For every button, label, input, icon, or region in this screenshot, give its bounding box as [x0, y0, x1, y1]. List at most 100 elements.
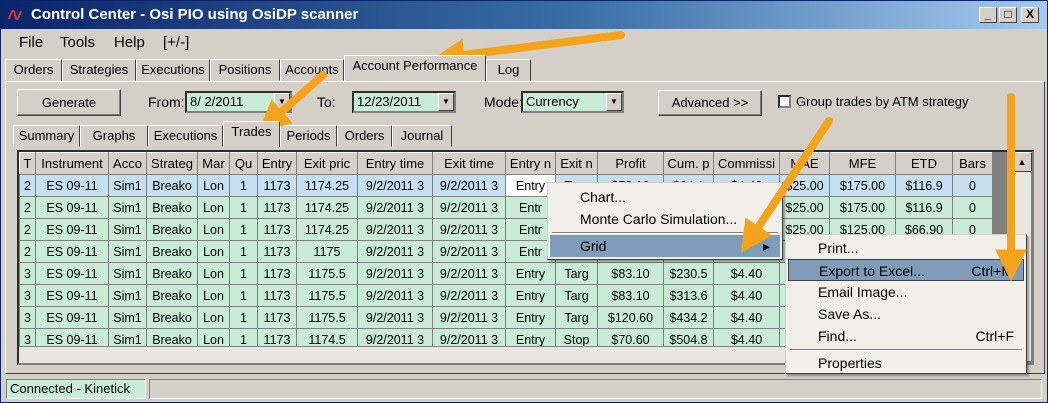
menu-item-grid[interactable]: Grid ▸ — [550, 235, 780, 257]
table-cell: 1173 — [257, 196, 297, 219]
column-header[interactable]: MFE — [829, 152, 896, 175]
column-header[interactable]: Strateg — [146, 152, 198, 175]
table-cell: 1173 — [257, 284, 297, 307]
column-header[interactable]: Qu — [229, 152, 258, 175]
table-cell: 1173 — [257, 218, 297, 241]
table-cell: 9/2/2011 3 — [432, 284, 506, 307]
column-header[interactable]: Commissi — [713, 152, 780, 175]
table-cell: 2 — [19, 174, 36, 197]
grid-submenu: Print... Export to Excel... Ctrl+M Email… — [785, 234, 1027, 374]
column-header[interactable]: Cum. p — [663, 152, 714, 175]
scroll-up-icon[interactable]: ▲ — [1012, 152, 1032, 172]
to-label: To: — [317, 94, 336, 110]
menu-item-chart[interactable]: Chart... — [550, 186, 780, 208]
table-cell: $116.9 — [895, 174, 953, 197]
table-cell: Breako — [146, 262, 198, 285]
table-cell: 0 — [952, 174, 993, 197]
group-trades-checkbox[interactable] — [778, 95, 791, 108]
close-button[interactable]: X — [1021, 7, 1039, 23]
tab-summary[interactable]: Summary — [13, 125, 80, 147]
table-row[interactable]: 2 ES 09-11 Sim1 Breako Lon 1 1173 1174.25 9/2/20… — [19, 196, 993, 219]
mode-select[interactable]: Currency ▼ — [521, 91, 624, 113]
table-cell: 9/2/2011 3 — [432, 174, 506, 197]
tab-strategies[interactable]: Strategies — [62, 59, 136, 81]
column-header[interactable]: ETD — [895, 152, 953, 175]
tab-accounts[interactable]: Accounts — [280, 59, 344, 81]
column-header[interactable]: Instrument — [35, 152, 109, 175]
table-cell: $4.40 — [713, 306, 780, 329]
table-cell: 1174.25 — [296, 196, 358, 219]
column-header[interactable]: Exit time — [432, 152, 506, 175]
tab-log[interactable]: Log — [486, 59, 531, 81]
tab-executions[interactable]: Executions — [136, 59, 210, 81]
minimize-button[interactable]: _ — [979, 7, 997, 23]
table-cell: Sim1 — [108, 262, 147, 285]
table-cell: $230.5 — [663, 262, 714, 285]
column-header[interactable]: Entry time — [357, 152, 433, 175]
to-date-picker[interactable]: 12/23/2011 ▼ — [352, 91, 456, 113]
menu-item-export-label: Export to Excel... — [819, 263, 925, 279]
column-header[interactable]: T — [19, 152, 36, 175]
menu-item-save-as[interactable]: Save As... — [788, 303, 1024, 325]
menu-item-find[interactable]: Find... Ctrl+F — [788, 325, 1024, 347]
tab-graphs[interactable]: Graphs — [80, 125, 148, 147]
table-cell: ES 09-11 — [35, 284, 109, 307]
column-header[interactable]: MAE — [779, 152, 830, 175]
table-cell: $434.2 — [663, 306, 714, 329]
table-cell: Breako — [146, 196, 198, 219]
table-cell: 9/2/2011 3 — [357, 284, 433, 307]
tab-periods[interactable]: Periods — [280, 125, 337, 147]
column-header[interactable]: Exit n — [555, 152, 598, 175]
context-menu: Chart... Monte Carlo Simulation... Grid … — [547, 182, 783, 260]
menu-tools[interactable]: Tools — [60, 34, 95, 51]
column-header[interactable]: Acco — [108, 152, 147, 175]
table-cell: 9/2/2011 3 — [432, 306, 506, 329]
table-cell: Targ — [555, 306, 598, 329]
column-header[interactable]: Bars — [952, 152, 993, 175]
table-cell: Lon — [197, 306, 230, 329]
menu-file[interactable]: File — [19, 34, 43, 51]
menu-item-print[interactable]: Print... — [788, 237, 1024, 259]
advanced-button[interactable]: Advanced >> — [658, 90, 762, 116]
table-cell: 1 — [229, 240, 258, 263]
column-header[interactable]: Entry — [257, 152, 297, 175]
column-header[interactable]: Entry n — [505, 152, 556, 175]
table-cell: 1 — [229, 262, 258, 285]
column-header[interactable]: Profit — [597, 152, 664, 175]
maximize-button[interactable]: □ — [999, 7, 1017, 23]
column-header[interactable]: Mar — [197, 152, 230, 175]
chevron-down-icon[interactable]: ▼ — [438, 93, 454, 111]
table-cell: 1175.5 — [296, 284, 358, 307]
tab-journal[interactable]: Journal — [392, 125, 452, 147]
tab-account-performance[interactable]: Account Performance — [344, 55, 486, 81]
menu-item-export-to-excel[interactable]: Export to Excel... Ctrl+M — [788, 259, 1024, 281]
menu-help[interactable]: Help — [114, 34, 145, 51]
table-cell: Breako — [146, 284, 198, 307]
table-cell: Breako — [146, 306, 198, 329]
menu-item-email-image[interactable]: Email Image... — [788, 281, 1024, 303]
menu-item-properties[interactable]: Properties — [788, 352, 1024, 374]
from-label: From: — [148, 94, 185, 110]
tab-positions[interactable]: Positions — [210, 59, 280, 81]
tab-orders[interactable]: Orders — [5, 59, 62, 81]
table-cell: 1175.5 — [296, 262, 358, 285]
chevron-down-icon[interactable]: ▼ — [606, 93, 622, 111]
table-cell: Breako — [146, 240, 198, 263]
table-cell: Sim1 — [108, 306, 147, 329]
tab-trades[interactable]: Trades — [223, 121, 280, 147]
table-cell: 1175.5 — [296, 306, 358, 329]
table-cell: Lon — [197, 174, 230, 197]
menu-item-monte-carlo[interactable]: Monte Carlo Simulation... — [550, 208, 780, 230]
generate-button[interactable]: Generate — [17, 89, 121, 116]
from-date-picker[interactable]: 8/ 2/2011 ▼ — [185, 91, 292, 113]
chevron-down-icon[interactable]: ▼ — [274, 93, 290, 111]
column-header[interactable]: Exit pric — [296, 152, 358, 175]
tab-sub-executions[interactable]: Executions — [148, 125, 223, 147]
table-cell: 1 — [229, 196, 258, 219]
title-bar[interactable]: Control Center - Osi PIO using OsiDP sca… — [1, 1, 1047, 29]
table-row[interactable]: 2 ES 09-11 Sim1 Breako Lon 1 1173 1174.25 9/2/20… — [19, 174, 993, 197]
table-cell: Lon — [197, 262, 230, 285]
tab-sub-orders[interactable]: Orders — [337, 125, 392, 147]
menu-expand-collapse[interactable]: [+/-] — [163, 34, 189, 51]
table-cell: $83.10 — [597, 262, 664, 285]
